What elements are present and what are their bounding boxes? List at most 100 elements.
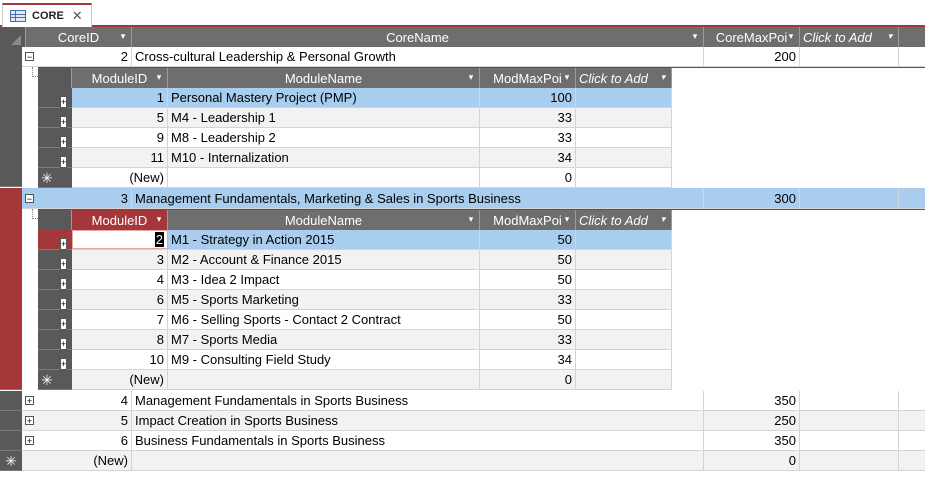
cell-modulename[interactable]: M7 - Sports Media — [168, 330, 480, 349]
cell-moduleid[interactable]: 2 — [72, 230, 168, 249]
header-coremaxpoi[interactable]: CoreMaxPoi ▾ — [704, 27, 800, 47]
chevron-down-icon[interactable]: ▾ — [466, 72, 476, 82]
cell-modmaxpoi[interactable]: 33 — [480, 108, 576, 127]
core-row[interactable]: 4 Management Fundamentals in Sports Busin… — [22, 391, 925, 411]
header-corename[interactable]: CoreName ▾ — [132, 27, 704, 47]
module-row[interactable]: 6 M5 - Sports Marketing 33 — [72, 290, 672, 310]
expand-icon[interactable]: + — [60, 298, 68, 310]
cell-modmaxpoi[interactable]: 100 — [480, 88, 576, 107]
expand-icon[interactable]: + — [60, 156, 68, 168]
expand-icon[interactable]: + — [60, 318, 68, 330]
cell-corename[interactable]: Management Fundamentals, Marketing & Sal… — [132, 188, 704, 208]
module-row[interactable]: 9 M8 - Leadership 2 33 — [72, 128, 672, 148]
cell-click-to-add[interactable] — [800, 391, 899, 410]
new-record-selector[interactable]: ✳ — [38, 168, 72, 188]
chevron-down-icon[interactable]: ▾ — [562, 214, 572, 224]
cell-modmaxpoi[interactable]: 34 — [480, 350, 576, 369]
header-moduleid[interactable]: ModuleID ▾ — [72, 68, 168, 88]
cell-moduleid[interactable]: 11 — [72, 148, 168, 167]
cell-click-to-add[interactable] — [576, 230, 672, 249]
cell-coreid[interactable]: 3 — [22, 188, 132, 208]
cell-coreid-new[interactable]: (New) — [22, 451, 132, 470]
chevron-down-icon[interactable]: ▾ — [885, 31, 895, 41]
cell-click-to-add[interactable] — [576, 88, 672, 107]
chevron-down-icon[interactable]: ▾ — [658, 214, 668, 224]
header-coreid[interactable]: CoreID ▾ — [26, 27, 132, 47]
cell-corename[interactable]: Cross-cultural Leadership & Personal Gro… — [132, 47, 704, 66]
select-all-corner[interactable] — [38, 68, 72, 88]
tab-core[interactable]: CORE ✕ — [2, 3, 92, 27]
core-row[interactable]: − 3 Management Fundamentals, Marketing &… — [22, 188, 925, 209]
row-selector[interactable] — [0, 47, 22, 187]
module-row[interactable]: 4 M3 - Idea 2 Impact 50 — [72, 270, 672, 290]
cell-moduleid[interactable]: 7 — [72, 310, 168, 329]
module-row[interactable]: 11 M10 - Internalization 34 — [72, 148, 672, 168]
cell-click-to-add[interactable] — [576, 270, 672, 289]
core-row[interactable]: 6 Business Fundamentals in Sports Busines… — [22, 431, 925, 451]
cell-modmaxpoi[interactable]: 0 — [480, 370, 576, 389]
cell-click-to-add[interactable] — [576, 370, 672, 389]
cell-coremaxpoi[interactable]: 300 — [704, 188, 800, 208]
new-core-row[interactable]: (New) 0 — [22, 451, 925, 471]
cell-modmaxpoi[interactable]: 50 — [480, 270, 576, 289]
module-row[interactable]: 5 M4 - Leadership 1 33 — [72, 108, 672, 128]
cell-click-to-add[interactable] — [576, 330, 672, 349]
core-row[interactable]: 5 Impact Creation in Sports Business 250 + — [22, 411, 925, 431]
cell-modulename[interactable]: Personal Mastery Project (PMP) — [168, 88, 480, 107]
expand-icon[interactable]: + — [60, 258, 68, 270]
expand-icon[interactable]: + — [60, 116, 68, 128]
select-all-corner[interactable] — [0, 27, 26, 47]
cell-click-to-add[interactable] — [800, 47, 899, 66]
expand-icon[interactable]: + — [60, 238, 68, 250]
cell-modulename[interactable]: M10 - Internalization — [168, 148, 480, 167]
cell-moduleid[interactable]: 4 — [72, 270, 168, 289]
module-row[interactable]: 3 M2 - Account & Finance 2015 50 — [72, 250, 672, 270]
cell-click-to-add[interactable] — [576, 148, 672, 167]
cell-modulename[interactable]: M3 - Idea 2 Impact — [168, 270, 480, 289]
expand-icon[interactable]: + — [60, 338, 68, 350]
cell-corename[interactable]: Impact Creation in Sports Business — [132, 411, 704, 430]
row-selector-current[interactable] — [0, 188, 22, 390]
cell-moduleid-new[interactable]: (New) — [72, 370, 168, 389]
cell-modulename[interactable]: M4 - Leadership 1 — [168, 108, 480, 127]
chevron-down-icon[interactable]: ▾ — [658, 72, 668, 82]
core-row[interactable]: − 2 Cross-cultural Leadership & Personal… — [22, 47, 925, 67]
select-all-corner[interactable] — [38, 210, 72, 230]
cell-modmaxpoi[interactable]: 33 — [480, 330, 576, 349]
cell-click-to-add[interactable] — [576, 310, 672, 329]
cell-modmaxpoi[interactable]: 50 — [480, 310, 576, 329]
cell-click-to-add[interactable] — [576, 250, 672, 269]
expand-icon[interactable]: + — [60, 96, 68, 108]
header-click-to-add[interactable]: Click to Add ▾ — [576, 68, 672, 88]
new-record-selector[interactable]: ✳ — [0, 451, 22, 471]
cell-modulename[interactable] — [168, 168, 480, 187]
cell-moduleid[interactable]: 5 — [72, 108, 168, 127]
chevron-down-icon[interactable]: ▾ — [154, 72, 164, 82]
cell-click-to-add[interactable] — [576, 168, 672, 187]
cell-modmaxpoi[interactable]: 0 — [480, 168, 576, 187]
close-icon[interactable]: ✕ — [72, 8, 83, 24]
cell-modulename[interactable]: M1 - Strategy in Action 2015 — [168, 230, 480, 249]
header-modulename[interactable]: ModuleName ▾ — [168, 68, 480, 88]
cell-click-to-add[interactable] — [800, 451, 899, 470]
cell-moduleid[interactable]: 10 — [72, 350, 168, 369]
cell-corename[interactable]: Business Fundamentals in Sports Business — [132, 431, 704, 450]
cell-click-to-add[interactable] — [576, 128, 672, 147]
cell-coreid[interactable]: 2 — [22, 47, 132, 66]
module-row[interactable]: 8 M7 - Sports Media 33 — [72, 330, 672, 350]
header-moduleid[interactable]: ModuleID ▾ — [72, 210, 168, 230]
cell-modmaxpoi[interactable]: 50 — [480, 250, 576, 269]
expand-icon[interactable]: + — [60, 358, 68, 370]
row-selector[interactable] — [0, 431, 22, 451]
cell-modulename[interactable]: M6 - Selling Sports - Contact 2 Contract — [168, 310, 480, 329]
cell-modulename[interactable]: M5 - Sports Marketing — [168, 290, 480, 309]
cell-moduleid[interactable]: 9 — [72, 128, 168, 147]
module-row[interactable]: 1 Personal Mastery Project (PMP) 100 — [72, 88, 672, 108]
header-modulename[interactable]: ModuleName ▾ — [168, 210, 480, 230]
chevron-down-icon[interactable]: ▾ — [786, 31, 796, 41]
module-row[interactable]: 2 M1 - Strategy in Action 2015 50 — [72, 230, 672, 250]
new-module-row[interactable]: (New) 0 — [72, 168, 672, 188]
cell-modmaxpoi[interactable]: 34 — [480, 148, 576, 167]
cell-moduleid[interactable]: 6 — [72, 290, 168, 309]
new-record-selector[interactable]: ✳ — [38, 370, 72, 390]
